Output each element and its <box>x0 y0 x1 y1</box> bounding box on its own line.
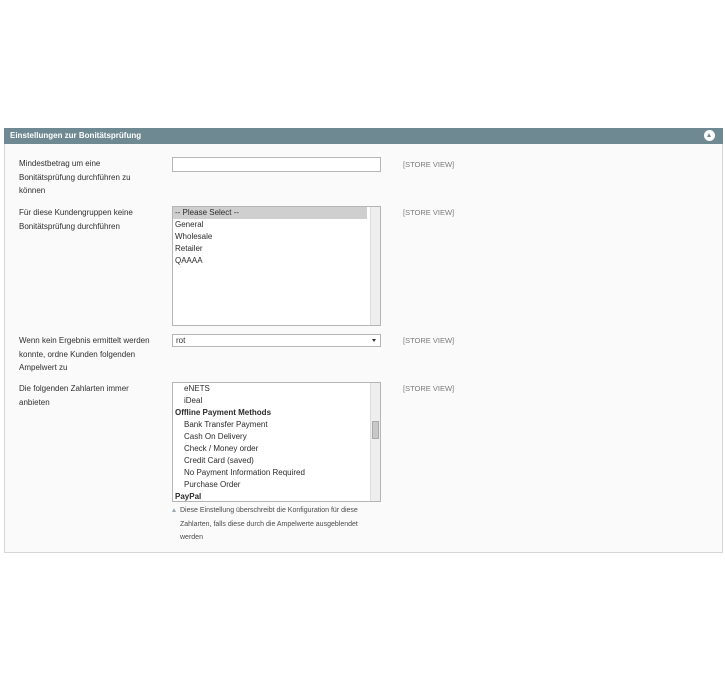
customer-group-option[interactable]: Wholesale <box>173 231 367 243</box>
traffic-light-scope: [STORE VIEW] <box>403 336 455 345</box>
payment-methods-note: Diese Einstellung überschreibt die Konfi… <box>180 507 358 541</box>
section-title: Einstellungen zur Bonitätsprüfung <box>10 131 142 140</box>
payment-methods-scrollbar[interactable] <box>370 383 380 501</box>
payment-optgroup: Offline Payment Methods <box>175 408 272 417</box>
payment-methods-scope: [STORE VIEW] <box>403 384 455 393</box>
scrollbar-thumb[interactable] <box>372 421 379 439</box>
customer-group-option[interactable]: QAAAA <box>173 255 367 267</box>
payment-optgroup: PayPal <box>175 492 202 501</box>
min-amount-label: Mindestbetrag um eine Bonitätsprüfung du… <box>19 159 131 195</box>
customer-groups-scope: [STORE VIEW] <box>403 208 455 217</box>
min-amount-input[interactable] <box>172 157 381 172</box>
section-header[interactable]: Einstellungen zur Bonitätsprüfung <box>4 128 723 144</box>
payment-option[interactable]: Bank Transfer Payment <box>173 419 367 431</box>
payment-option[interactable]: Cash On Delivery <box>173 431 367 443</box>
customer-group-option[interactable]: Retailer <box>173 243 367 255</box>
traffic-light-select[interactable]: rot <box>172 334 381 347</box>
customer-groups-scrollbar[interactable] <box>370 207 380 325</box>
customer-groups-label: Für diese Kundengruppen keine Bonitätspr… <box>19 208 133 231</box>
min-amount-scope: [STORE VIEW] <box>403 160 455 169</box>
customer-group-option[interactable]: General <box>173 219 367 231</box>
traffic-light-label: Wenn kein Ergebnis ermittelt werden konn… <box>19 336 150 372</box>
payment-methods-label: Die folgenden Zahlarten immer anbieten <box>19 384 129 407</box>
payment-option[interactable]: Purchase Order <box>173 479 367 491</box>
payment-methods-multiselect[interactable]: eNETS iDeal Offline Payment Methods Bank… <box>172 382 381 502</box>
chevron-down-icon[interactable] <box>372 339 376 342</box>
note-arrow-icon <box>172 508 176 512</box>
payment-option[interactable]: Credit Card (saved) <box>173 455 367 467</box>
payment-option[interactable]: iDeal <box>173 395 367 407</box>
payment-option[interactable]: No Payment Information Required <box>173 467 367 479</box>
collapse-up-icon[interactable] <box>704 130 715 141</box>
customer-group-option[interactable]: -- Please Select -- <box>173 207 367 219</box>
payment-option[interactable]: Check / Money order <box>173 443 367 455</box>
payment-option[interactable]: eNETS <box>173 383 367 395</box>
customer-groups-multiselect[interactable]: -- Please Select -- General Wholesale Re… <box>172 206 381 326</box>
traffic-light-value: rot <box>176 336 186 345</box>
